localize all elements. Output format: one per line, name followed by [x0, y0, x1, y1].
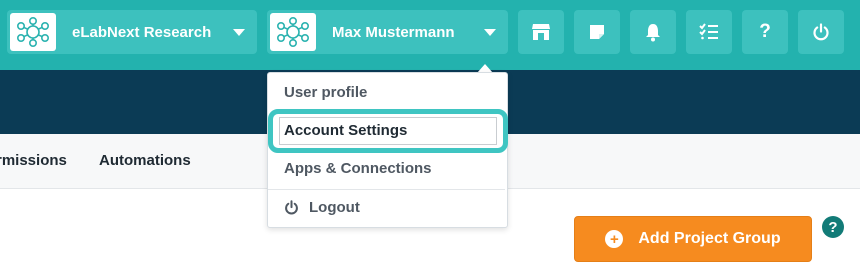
- marketplace-button[interactable]: [518, 10, 564, 54]
- organization-name: eLabNext Research: [72, 23, 212, 41]
- add-project-group-button[interactable]: + Add Project Group: [574, 216, 812, 262]
- bell-icon: [646, 24, 660, 42]
- organization-logo: [10, 13, 56, 51]
- store-icon: [532, 24, 550, 40]
- power-icon: [813, 23, 829, 41]
- logout-label: Logout: [309, 199, 360, 216]
- power-button[interactable]: [798, 10, 844, 54]
- notes-button[interactable]: [574, 10, 620, 54]
- menu-divider: [268, 189, 505, 190]
- network-logo-icon: [276, 16, 309, 47]
- tasks-button[interactable]: [686, 10, 732, 54]
- checklist-icon: [699, 23, 718, 40]
- add-project-group-label: Add Project Group: [638, 230, 781, 247]
- menu-item-user-profile[interactable]: User profile: [284, 84, 367, 101]
- help-button[interactable]: ?: [742, 10, 788, 54]
- help-circle-icon[interactable]: ?: [822, 216, 844, 238]
- notifications-button[interactable]: [630, 10, 676, 54]
- notes-icon: [590, 25, 604, 39]
- menu-item-logout[interactable]: Logout: [284, 199, 360, 216]
- chevron-down-icon: [484, 28, 496, 36]
- organization-switcher[interactable]: eLabNext Research: [7, 10, 257, 54]
- tab-permissions[interactable]: rmissions: [0, 152, 67, 169]
- user-menu-toggle[interactable]: Max Mustermann: [267, 10, 508, 54]
- help-icon: ?: [759, 21, 771, 42]
- chevron-down-icon: [233, 28, 245, 36]
- plus-circle-icon: +: [605, 230, 624, 248]
- menu-item-account-settings[interactable]: Account Settings: [284, 122, 407, 139]
- user-name: Max Mustermann: [332, 23, 455, 41]
- power-icon: [285, 200, 298, 215]
- menu-item-apps-connections[interactable]: Apps & Connections: [284, 160, 432, 177]
- network-logo-icon: [16, 16, 49, 47]
- tab-automations[interactable]: Automations: [99, 152, 191, 169]
- user-avatar: [270, 13, 316, 51]
